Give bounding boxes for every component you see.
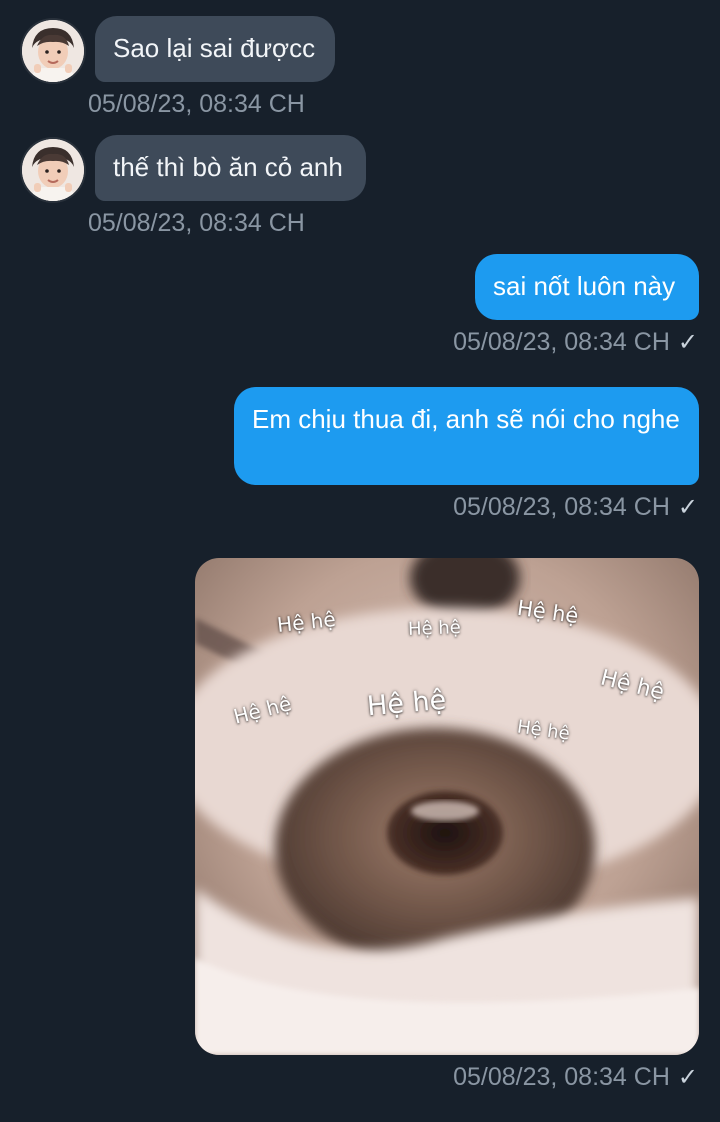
timestamp-text: 05/08/23, 08:34 CH <box>453 1063 670 1091</box>
avatar-image <box>22 20 84 82</box>
message-timestamp: 05/08/23, 08:34 CH ✓ <box>453 493 698 522</box>
avatar-image <box>22 139 84 201</box>
message-text: sai nốt luôn này <box>493 271 676 301</box>
sent-check-icon: ✓ <box>677 329 698 356</box>
timestamp-text: 05/08/23, 08:34 CH <box>453 328 670 356</box>
incoming-message-bubble[interactable]: thế thì bò ăn cỏ anh <box>95 135 366 201</box>
outgoing-message-bubble[interactable]: sai nốt luôn này <box>475 254 699 320</box>
sent-check-icon: ✓ <box>677 494 698 521</box>
avatar[interactable] <box>22 20 84 82</box>
message-timestamp: 05/08/23, 08:34 CH <box>88 209 305 238</box>
sent-check-icon: ✓ <box>677 1064 698 1091</box>
avatar[interactable] <box>22 139 84 201</box>
incoming-message-bubble[interactable]: Sao lại sai đượcc <box>95 16 335 82</box>
timestamp-text: 05/08/23, 08:34 CH <box>453 493 670 521</box>
message-text: Sao lại sai đượcc <box>113 33 316 63</box>
message-text: Em chịu thua đi, anh sẽ nói cho nghe <box>252 404 680 434</box>
image-message[interactable]: Hệ hệ Hệ hệ Hệ hệ Hệ hệ Hệ hệ Hệ hệ Hệ h… <box>195 558 699 1055</box>
message-timestamp: 05/08/23, 08:34 CH <box>88 90 305 119</box>
message-timestamp: 05/08/23, 08:34 CH ✓ <box>453 1063 698 1092</box>
timestamp-text: 05/08/23, 08:34 CH <box>88 209 305 237</box>
message-timestamp: 05/08/23, 08:34 CH ✓ <box>453 328 698 357</box>
message-text: thế thì bò ăn cỏ anh <box>113 152 343 182</box>
image-caption: Hệ hệ <box>407 617 462 640</box>
timestamp-text: 05/08/23, 08:34 CH <box>88 90 305 118</box>
outgoing-message-bubble[interactable]: Em chịu thua đi, anh sẽ nói cho nghe <box>234 387 699 485</box>
